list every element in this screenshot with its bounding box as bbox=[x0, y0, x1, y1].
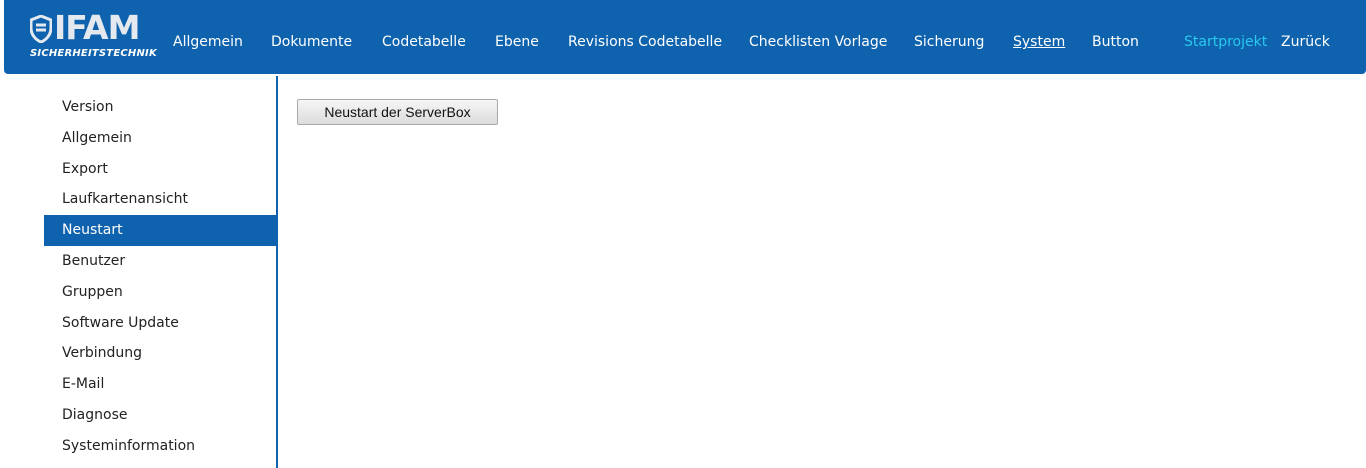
nav-item-system[interactable]: System bbox=[1013, 33, 1065, 51]
top-navigation-bar: IFAM SICHERHEITSTECHNIK Allgemein Dokume… bbox=[4, 0, 1366, 74]
nav-item-ebene[interactable]: Ebene bbox=[495, 33, 539, 51]
sidebar-item-laufkartenansicht[interactable]: Laufkartenansicht bbox=[44, 184, 278, 215]
sidebar-item-allgemein[interactable]: Allgemein bbox=[44, 123, 278, 154]
nav-item-revisions-codetabelle[interactable]: Revisions Codetabelle bbox=[568, 33, 722, 51]
restart-serverbox-button[interactable]: Neustart der ServerBox bbox=[297, 99, 498, 125]
nav-item-sicherung[interactable]: Sicherung bbox=[914, 33, 984, 51]
nav-item-allgemein[interactable]: Allgemein bbox=[173, 33, 243, 51]
sidebar-item-diagnose[interactable]: Diagnose bbox=[44, 400, 278, 431]
system-sidebar: Version Allgemein Export Laufkartenansic… bbox=[44, 92, 278, 462]
sidebar-divider bbox=[276, 76, 278, 468]
sidebar-item-version[interactable]: Version bbox=[44, 92, 278, 123]
sidebar-item-gruppen[interactable]: Gruppen bbox=[44, 277, 278, 308]
sidebar-item-systeminformation[interactable]: Systeminformation bbox=[44, 431, 278, 462]
sidebar-item-neustart[interactable]: Neustart bbox=[44, 215, 278, 246]
nav-item-button[interactable]: Button bbox=[1092, 33, 1139, 51]
nav-item-checklisten-vorlage[interactable]: Checklisten Vorlage bbox=[749, 33, 887, 51]
sidebar-item-email[interactable]: E-Mail bbox=[44, 369, 278, 400]
nav-item-codetabelle[interactable]: Codetabelle bbox=[382, 33, 466, 51]
sidebar-item-verbindung[interactable]: Verbindung bbox=[44, 338, 278, 369]
sidebar-item-benutzer[interactable]: Benutzer bbox=[44, 246, 278, 277]
sidebar-item-export[interactable]: Export bbox=[44, 154, 278, 185]
zurueck-link[interactable]: Zurück bbox=[1281, 33, 1330, 51]
nav-item-dokumente[interactable]: Dokumente bbox=[271, 33, 352, 51]
sidebar-item-software-update[interactable]: Software Update bbox=[44, 308, 278, 339]
startprojekt-link[interactable]: Startprojekt bbox=[1184, 33, 1267, 51]
main-menu: Allgemein Dokumente Codetabelle Ebene Re… bbox=[4, 0, 1366, 74]
